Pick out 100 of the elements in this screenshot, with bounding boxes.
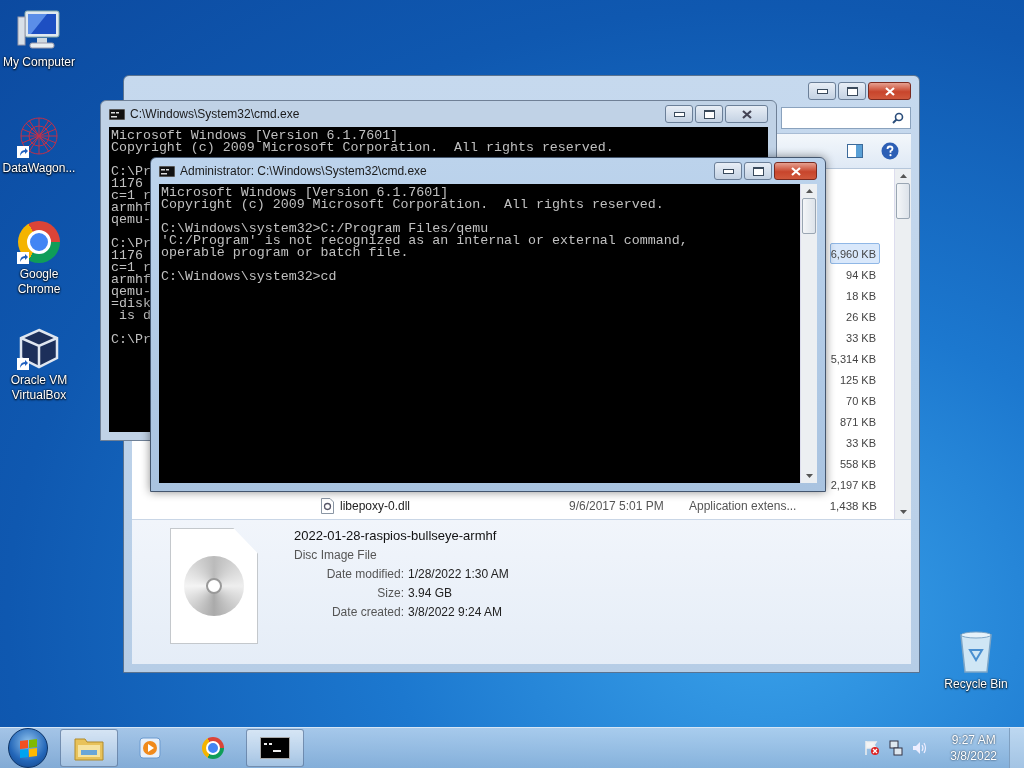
console-line: 'C:/Program' is not recognized as an internal or external command, xyxy=(161,235,688,247)
property-value: 3.94 GB xyxy=(408,586,454,600)
file-size: 70 KB xyxy=(846,394,877,407)
file-row[interactable]: 70 KB xyxy=(830,390,880,411)
maximize-button[interactable] xyxy=(695,105,723,123)
desktop-icon-label[interactable]: Oracle VM VirtualBox xyxy=(0,373,78,403)
file-size: 33 KB xyxy=(846,331,877,344)
file-row[interactable]: libepoxy-0.dll 9/6/2017 5:01 PM Application extens... 1,438 KB xyxy=(300,495,880,516)
console-line: =disk xyxy=(111,298,151,310)
play-icon xyxy=(138,735,164,761)
file-row[interactable]: 558 KB xyxy=(830,453,880,474)
console-line: qemu- xyxy=(111,286,151,298)
file-size: 125 KB xyxy=(839,373,877,386)
chrome-icon xyxy=(202,737,224,759)
preview-pane-icon[interactable] xyxy=(847,144,863,158)
console-line: 1176 xyxy=(111,178,143,190)
console-line: C:\Pr xyxy=(111,334,151,346)
property-label: Date modified: xyxy=(325,567,404,581)
disc-image-file-icon xyxy=(170,528,258,644)
file-name: 2022-01-28-raspios-bullseye-armhf xyxy=(294,528,498,543)
file-size: 558 KB xyxy=(839,457,877,470)
console-icon xyxy=(159,165,175,177)
desktop-icon-label[interactable]: Google Chrome xyxy=(0,267,78,297)
start-button[interactable] xyxy=(8,728,48,768)
close-icon xyxy=(740,109,753,119)
maximize-button[interactable] xyxy=(744,162,772,180)
close-button[interactable] xyxy=(774,162,817,180)
property-label: Date created: xyxy=(330,605,404,619)
console-line: c=1 r xyxy=(111,190,151,202)
scroll-down-icon[interactable] xyxy=(899,510,907,514)
console-line: Microsoft Windows [Version 6.1.7601] xyxy=(111,130,399,142)
console-line: armhf xyxy=(111,202,151,214)
window-title: C:\Windows\System32\cmd.exe xyxy=(130,107,300,121)
console-line: armhf xyxy=(111,274,151,286)
close-button[interactable] xyxy=(868,82,911,100)
file-size: 26 KB xyxy=(846,310,877,323)
desktop-icon-label[interactable]: DataWagon... xyxy=(2,161,76,176)
minimize-button[interactable] xyxy=(808,82,836,100)
network-icon[interactable] xyxy=(888,740,905,756)
scroll-up-icon[interactable] xyxy=(899,174,907,178)
console-line: Microsoft Windows [Version 6.1.7601] xyxy=(161,187,449,199)
file-date: 9/6/2017 5:01 PM xyxy=(569,498,665,513)
property-label: Size: xyxy=(376,586,404,600)
file-row[interactable]: 33 KB xyxy=(830,432,880,453)
property-value: 3/8/2022 9:24 AM xyxy=(408,605,504,619)
file-row[interactable]: 871 KB xyxy=(830,411,880,432)
minimize-button[interactable] xyxy=(665,105,693,123)
console-line: 1176 xyxy=(111,250,143,262)
desktop-icon-label[interactable]: My Computer xyxy=(3,55,75,70)
file-type: Disc Image File xyxy=(294,548,378,562)
file-size: 1,438 KB xyxy=(828,499,878,512)
recycle-bin-icon[interactable] xyxy=(958,630,994,674)
console-line: qemu- xyxy=(111,214,151,226)
close-icon xyxy=(883,86,896,96)
close-icon xyxy=(789,166,802,176)
file-row[interactable]: 26 KB xyxy=(830,306,880,327)
desktop-icon-label[interactable]: Recycle Bin xyxy=(944,677,1008,692)
file-type: Application extens... xyxy=(689,498,798,513)
window-title: Administrator: C:\Windows\System32\cmd.exe xyxy=(180,164,427,178)
console-line: C:\Pr xyxy=(111,166,151,178)
scroll-thumb[interactable] xyxy=(896,183,910,219)
search-field[interactable] xyxy=(781,107,911,129)
folder-icon xyxy=(74,735,104,761)
console-icon xyxy=(260,737,290,759)
file-row[interactable]: 18 KB xyxy=(830,285,880,306)
console-line: C:\Windows\system32>C:/Program Files/qemu xyxy=(161,223,489,235)
file-size: 33 KB xyxy=(846,436,877,449)
flag-warning-icon[interactable] xyxy=(864,740,881,756)
file-row[interactable]: 33 KB xyxy=(830,327,880,348)
search-icon xyxy=(892,112,904,124)
file-name: libepoxy-0.dll xyxy=(340,498,411,513)
file-row[interactable]: 94 KB xyxy=(830,264,880,285)
console-icon xyxy=(109,108,125,120)
console-line: operable program or batch file. xyxy=(161,247,409,259)
vertical-scrollbar[interactable] xyxy=(894,169,911,519)
taskbar-button[interactable] xyxy=(246,729,304,767)
file-size: 871 KB xyxy=(839,415,877,428)
file-size: 94 KB xyxy=(846,268,877,281)
console-line: Copyright (c) 2009 Microsoft Corporation. All rights reserved. xyxy=(111,142,614,154)
console-line: C:\Windows\system32>cd xyxy=(161,271,337,283)
console-line: Copyright (c) 2009 Microsoft Corporation. All rights reserved. xyxy=(161,199,664,211)
console-line: is d xyxy=(117,310,151,322)
help-icon[interactable] xyxy=(881,142,899,160)
vertical-scrollbar[interactable] xyxy=(800,184,817,483)
scroll-up-icon[interactable] xyxy=(805,189,813,193)
cube-icon[interactable] xyxy=(17,327,61,369)
file-row[interactable]: 125 KB xyxy=(830,369,880,390)
network-graph-icon[interactable] xyxy=(17,115,61,157)
minimize-button[interactable] xyxy=(714,162,742,180)
dll-file-icon xyxy=(321,497,334,514)
file-size: 18 KB xyxy=(846,289,877,302)
scroll-down-icon[interactable] xyxy=(805,474,813,478)
maximize-button[interactable] xyxy=(838,82,866,100)
computer-icon[interactable] xyxy=(17,9,61,51)
console-line: C:\Pr xyxy=(111,238,151,250)
scroll-thumb[interactable] xyxy=(802,198,816,234)
console-line: c=1 r xyxy=(111,262,151,274)
close-button[interactable] xyxy=(725,105,768,123)
chrome-icon[interactable] xyxy=(18,221,60,263)
property-value: 1/28/2022 1:30 AM xyxy=(408,567,509,581)
